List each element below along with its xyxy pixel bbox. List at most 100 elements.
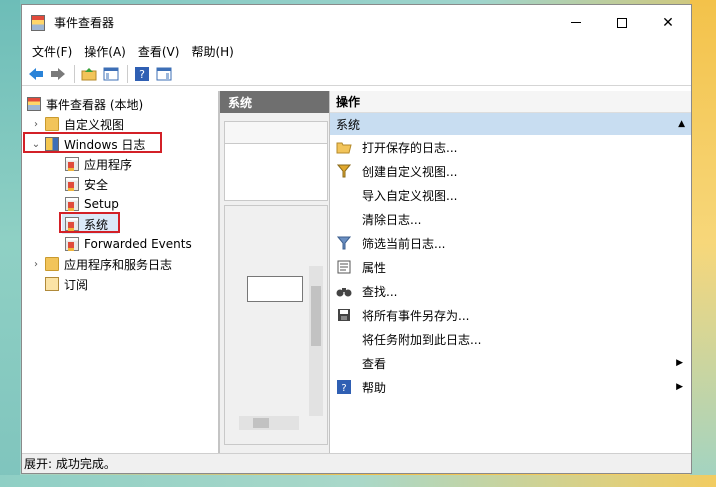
tree-item-custom-views[interactable]: › 自定义视图	[30, 114, 124, 134]
action-find[interactable]: 查找...	[330, 279, 691, 303]
properties-icon	[336, 259, 352, 275]
help-icon: ?	[336, 379, 352, 395]
window-title: 事件查看器	[54, 16, 115, 30]
action-label: 导入自定义视图...	[362, 188, 458, 203]
show-hide-tree-icon	[103, 67, 119, 80]
maximize-icon	[617, 17, 627, 28]
action-label: 清除日志...	[362, 212, 422, 227]
action-label: 将任务附加到此日志...	[362, 332, 482, 347]
submenu-arrow-icon: ▶	[676, 358, 683, 368]
actions-section-system[interactable]: 系统 ▲	[330, 113, 691, 135]
tree-item-windows-logs[interactable]: ⌄ Windows 日志	[30, 134, 145, 154]
action-view[interactable]: 查看 ▶	[330, 351, 691, 375]
tree-item-setup[interactable]: Setup	[62, 194, 119, 214]
tree-item-subscriptions[interactable]: 订阅	[42, 274, 88, 294]
horizontal-scrollbar[interactable]	[239, 416, 299, 430]
tree-label-custom-views: 自定义视图	[64, 117, 125, 132]
event-list-header	[225, 122, 327, 144]
vertical-scrollbar[interactable]	[309, 266, 323, 416]
action-label: 打开保存的日志...	[362, 140, 458, 155]
tree-label-forwarded: Forwarded Events	[84, 237, 192, 251]
tree-item-application[interactable]: 应用程序	[62, 154, 132, 174]
action-label: 查找...	[362, 284, 398, 299]
action-filter-current-log[interactable]: 筛选当前日志...	[330, 231, 691, 255]
log-icon	[65, 157, 79, 171]
menu-bar: 文件(F) 操作(A) 查看(V) 帮助(H)	[22, 40, 691, 62]
tree-label-system: 系统	[84, 217, 109, 232]
content-area: 事件查看器 (本地) › 自定义视图 ⌄ Windows 日志 应用程序 安全	[22, 91, 691, 455]
tree-item-security[interactable]: 安全	[62, 174, 108, 194]
event-viewer-window: 事件查看器 ✕ 文件(F) 操作(A) 查看(V) 帮助(H) ? 事件查看器 …	[21, 4, 692, 474]
desktop-background-right	[690, 0, 716, 487]
back-button[interactable]	[26, 64, 46, 84]
horizontal-scroll-thumb[interactable]	[253, 418, 269, 428]
action-label: 将所有事件另存为...	[362, 308, 470, 323]
up-button[interactable]	[79, 64, 99, 84]
action-attach-task[interactable]: 将任务附加到此日志...	[330, 327, 691, 351]
desktop-background-bottom	[0, 475, 716, 487]
minimize-icon	[571, 22, 581, 23]
open-folder-icon	[336, 139, 352, 155]
status-bar: 展开: 成功完成。	[22, 453, 691, 473]
chevron-right-icon[interactable]: ›	[30, 119, 42, 130]
filter-icon	[336, 235, 352, 251]
log-icon	[65, 197, 79, 211]
tree-item-root[interactable]: 事件查看器 (本地)	[24, 94, 143, 114]
show-hide-tree-button[interactable]	[101, 64, 121, 84]
actions-section-label: 系统	[336, 117, 361, 132]
tree-item-system[interactable]: 系统	[62, 214, 118, 234]
action-save-all-events[interactable]: 将所有事件另存为...	[330, 303, 691, 327]
forward-button[interactable]	[48, 64, 68, 84]
vertical-scroll-thumb[interactable]	[311, 286, 321, 346]
toolbar-separator	[127, 64, 128, 83]
close-button[interactable]: ✕	[645, 5, 691, 40]
event-viewer-app-icon	[31, 14, 45, 31]
close-icon: ✕	[662, 14, 674, 31]
maximize-button[interactable]	[599, 5, 645, 40]
svg-text:?: ?	[139, 68, 145, 81]
event-details-area	[224, 205, 328, 445]
help-button[interactable]: ?	[132, 64, 152, 84]
action-properties[interactable]: 属性	[330, 255, 691, 279]
chevron-right-icon[interactable]: ›	[30, 259, 42, 270]
tree-item-forwarded-events[interactable]: Forwarded Events	[62, 234, 192, 254]
window-controls: ✕	[553, 5, 691, 40]
toolbar: ?	[22, 62, 691, 86]
menu-help[interactable]: 帮助(H)	[185, 43, 239, 60]
action-import-custom-view[interactable]: 导入自定义视图...	[330, 183, 691, 207]
action-label: 属性	[362, 260, 387, 275]
action-help[interactable]: ? 帮助 ▶	[330, 375, 691, 399]
action-label: 帮助	[362, 380, 387, 395]
actions-header: 操作	[330, 91, 691, 113]
action-open-saved-log[interactable]: 打开保存的日志...	[330, 135, 691, 159]
navigation-tree: 事件查看器 (本地) › 自定义视图 ⌄ Windows 日志 应用程序 安全	[22, 91, 219, 455]
svg-text:?: ?	[341, 383, 346, 394]
log-icon	[65, 177, 79, 191]
chevron-down-icon[interactable]: ⌄	[30, 139, 42, 150]
action-clear-log[interactable]: 清除日志...	[330, 207, 691, 231]
tree-label-app-services: 应用程序和服务日志	[64, 257, 173, 272]
folder-up-icon	[81, 67, 97, 80]
folder-icon	[45, 257, 59, 271]
action-label: 查看	[362, 356, 387, 371]
tree-item-app-services[interactable]: › 应用程序和服务日志	[30, 254, 172, 274]
menu-view[interactable]: 查看(V)	[132, 43, 186, 60]
action-label: 筛选当前日志...	[362, 236, 446, 251]
menu-file[interactable]: 文件(F)	[26, 43, 78, 60]
show-hide-action-pane-button[interactable]	[154, 64, 174, 84]
windows-logs-icon	[45, 137, 59, 151]
show-hide-action-pane-icon	[156, 67, 172, 80]
submenu-arrow-icon: ▶	[676, 382, 683, 392]
log-icon	[65, 237, 79, 251]
status-text: 展开: 成功完成。	[24, 457, 116, 471]
binoculars-icon	[336, 283, 352, 299]
minimize-button[interactable]	[553, 5, 599, 40]
forward-arrow-icon	[51, 67, 65, 80]
tree-label-security: 安全	[84, 177, 109, 192]
event-viewer-icon	[27, 97, 41, 111]
menu-action[interactable]: 操作(A)	[78, 43, 132, 60]
collapse-triangle-icon[interactable]: ▲	[678, 119, 685, 129]
log-view-pane: 系统	[219, 91, 330, 455]
action-create-custom-view[interactable]: 创建自定义视图...	[330, 159, 691, 183]
tree-label-windows-logs: Windows 日志	[64, 137, 146, 152]
